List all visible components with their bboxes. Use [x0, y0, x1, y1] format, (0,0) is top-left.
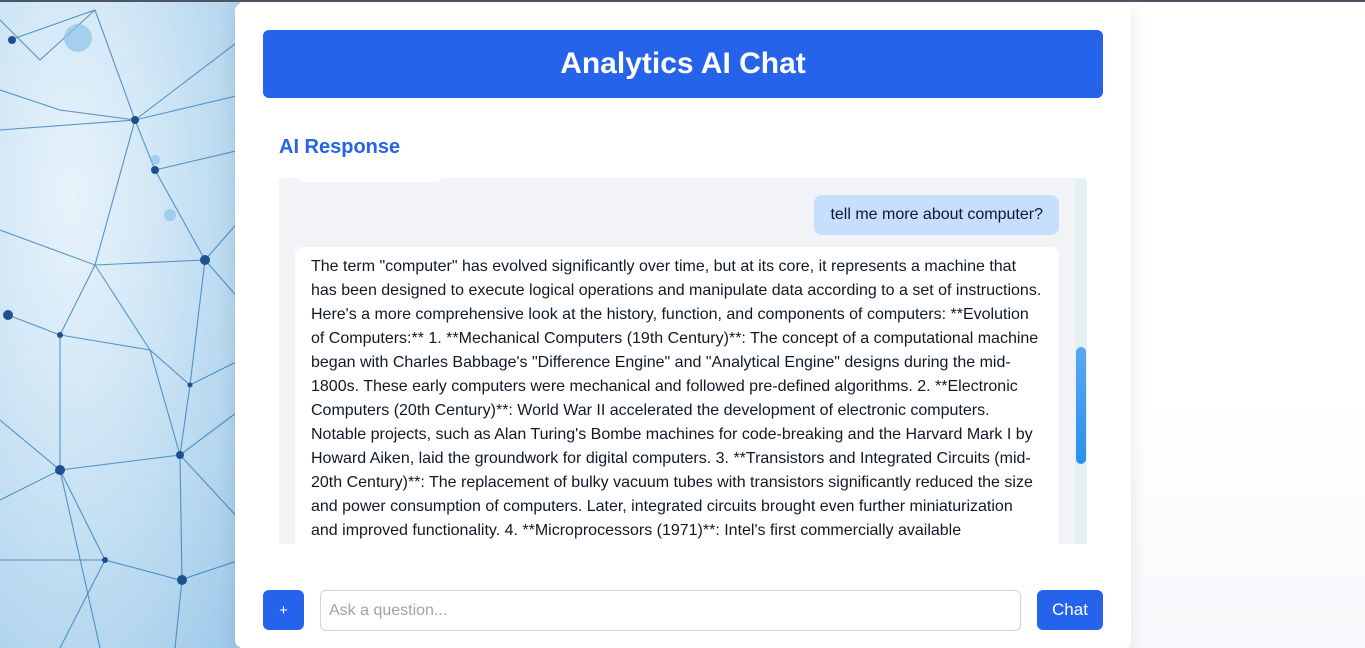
question-input[interactable]: [320, 590, 1021, 631]
previous-message-bubble: [297, 178, 443, 182]
app-title: Analytics AI Chat: [560, 47, 806, 80]
chat-scrollbar-thumb[interactable]: [1076, 347, 1086, 464]
chat-messages-area[interactable]: tell me more about computer? The term "c…: [279, 178, 1087, 544]
window-top-border: [0, 0, 1365, 2]
chat-scrollbar-track[interactable]: [1075, 178, 1087, 544]
add-button[interactable]: +: [263, 590, 304, 630]
app-header: Analytics AI Chat: [263, 30, 1103, 98]
chat-card: Analytics AI Chat AI Response tell me mo…: [235, 3, 1131, 648]
right-background: [1130, 0, 1365, 648]
user-message-text: tell me more about computer?: [830, 206, 1043, 223]
assistant-message: The term "computer" has evolved signific…: [295, 247, 1059, 544]
network-background-image: [0, 0, 240, 648]
chat-input-row: + Chat: [263, 590, 1103, 631]
chat-send-button[interactable]: Chat: [1037, 590, 1103, 630]
ai-response-heading: AI Response: [279, 136, 401, 158]
user-message: tell me more about computer?: [814, 195, 1059, 235]
assistant-message-text: The term "computer" has evolved signific…: [311, 258, 1042, 539]
